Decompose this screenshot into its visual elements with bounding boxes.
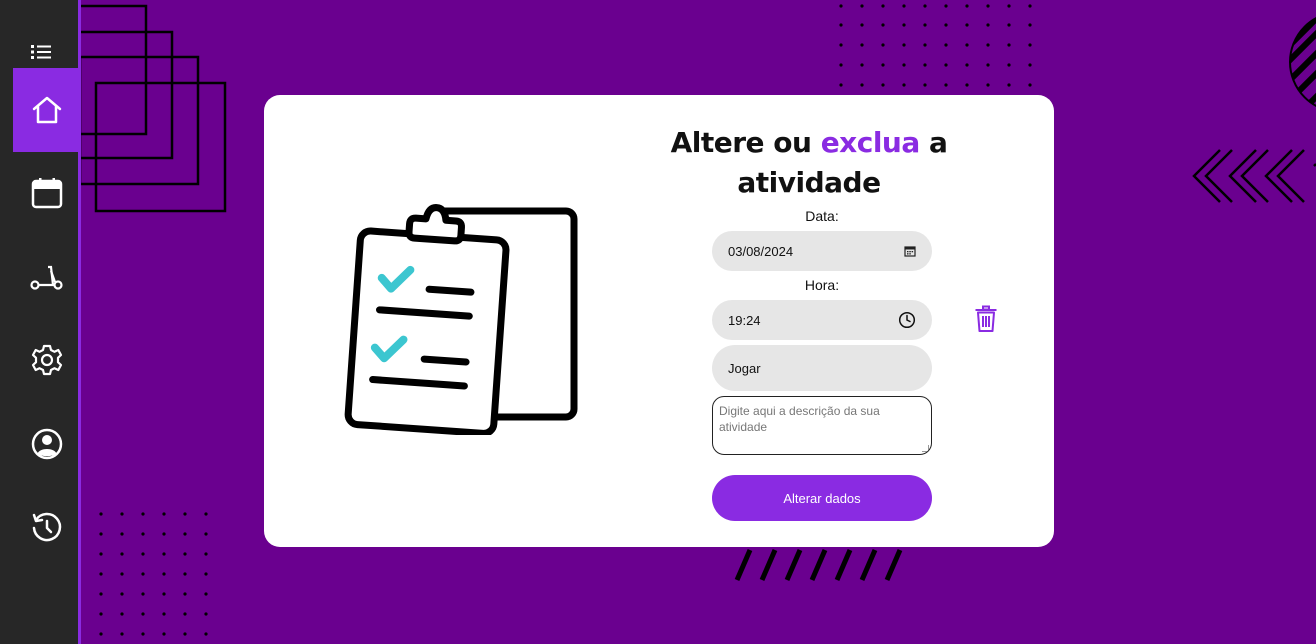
description-field[interactable]: Digite aqui a descrição da sua atividade	[712, 396, 932, 455]
date-value: 03/08/2024	[728, 243, 794, 259]
sidebar	[0, 0, 81, 644]
sidebar-item-settings[interactable]	[13, 318, 81, 402]
trash-icon[interactable]	[974, 305, 998, 333]
activity-name-value: Jogar	[728, 360, 761, 376]
sidebar-item-home[interactable]	[13, 68, 81, 152]
sidebar-item-scooter[interactable]	[13, 236, 81, 318]
sidebar-item-history[interactable]	[13, 486, 81, 570]
history-icon	[32, 512, 62, 542]
description-placeholder: Digite aqui a descrição da sua atividade	[719, 404, 880, 434]
title-accent: exclua	[820, 126, 921, 159]
submit-button[interactable]: Alterar dados	[712, 475, 932, 521]
calendar-picker-icon[interactable]	[904, 245, 916, 257]
scooter-icon	[30, 265, 63, 290]
activity-name-field[interactable]: Jogar	[712, 345, 932, 391]
calendar-icon	[31, 178, 63, 209]
home-icon	[32, 96, 62, 124]
page-title: Altere ou exclua a atividade	[669, 123, 949, 203]
time-field[interactable]: 19:24	[712, 300, 932, 340]
clipboard-illustration	[344, 204, 578, 435]
gear-icon	[31, 344, 63, 376]
activity-edit-card: Altere ou exclua a atividade Data: 03/08…	[264, 95, 1054, 547]
sidebar-item-calendar[interactable]	[13, 152, 81, 234]
date-label: Data:	[805, 208, 839, 224]
title-part1: Altere ou	[670, 126, 821, 159]
date-field[interactable]: 03/08/2024	[712, 231, 932, 271]
time-label: Hora:	[804, 277, 840, 293]
resize-handle[interactable]	[922, 445, 929, 452]
user-icon	[31, 428, 63, 460]
sidebar-menu-button[interactable]	[0, 34, 81, 70]
time-value: 19:24	[728, 312, 761, 328]
menu-icon	[30, 45, 51, 59]
clock-icon[interactable]	[898, 311, 916, 329]
sidebar-item-profile[interactable]	[13, 402, 81, 486]
